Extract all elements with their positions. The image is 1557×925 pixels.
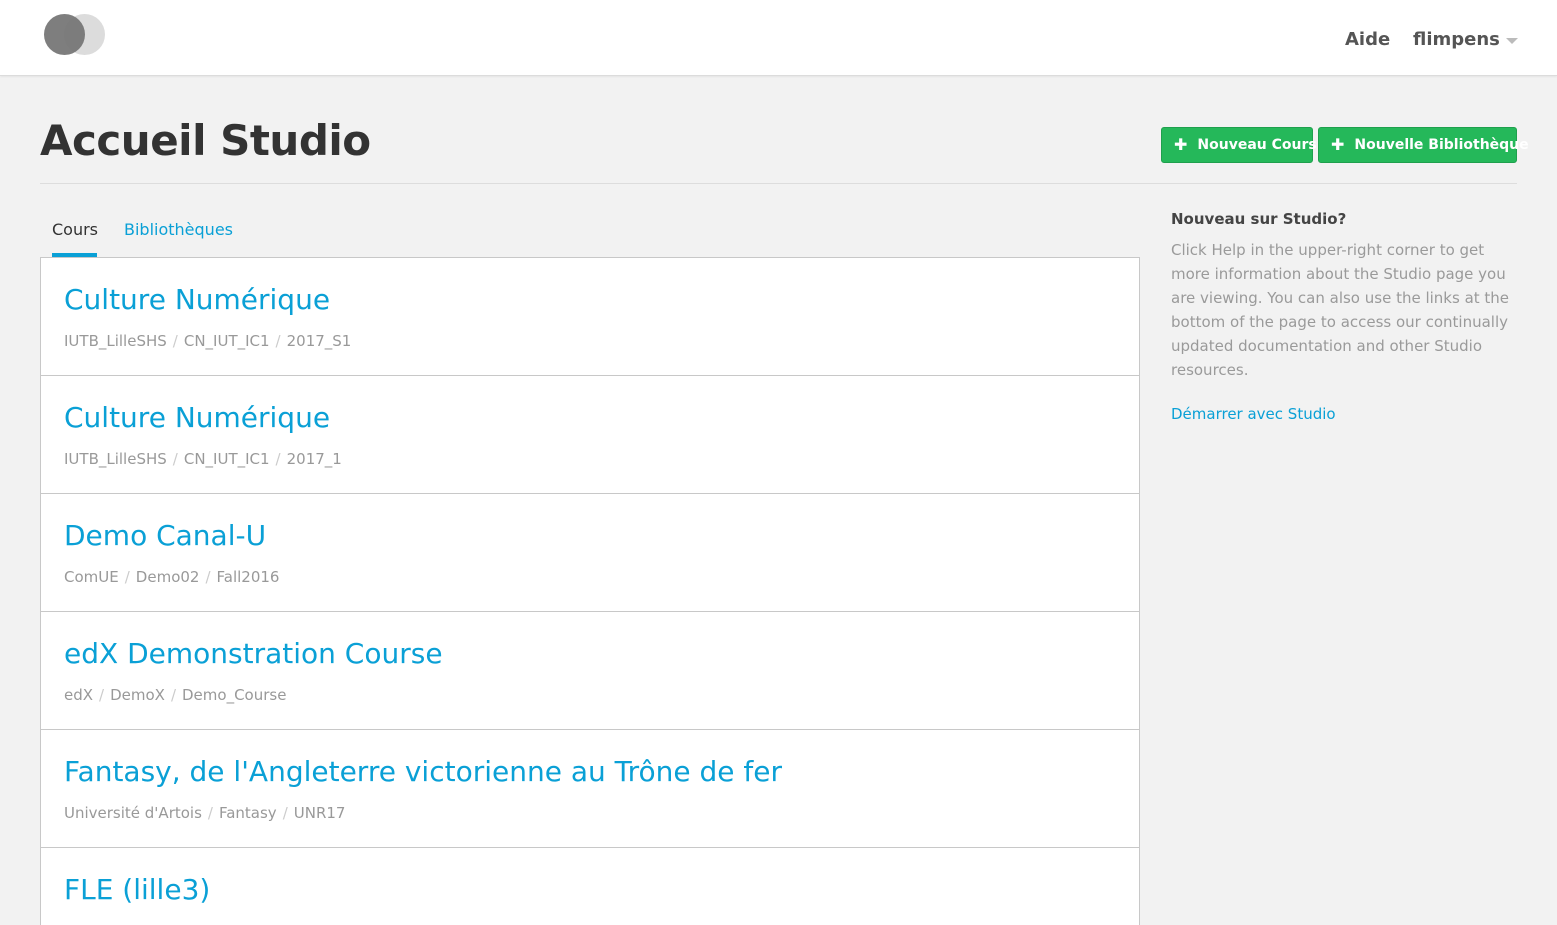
tab-courses[interactable]: Cours [52, 220, 99, 257]
course-title[interactable]: Culture Numérique [64, 401, 330, 434]
studio-logo[interactable] [44, 14, 106, 56]
meta-separator: / [207, 804, 213, 822]
top-header: Aide flimpens [0, 0, 1557, 76]
help-link[interactable]: Aide [1345, 29, 1390, 50]
course-number: DemoX [110, 686, 165, 704]
getting-started-link[interactable]: Démarrer avec Studio [1171, 405, 1336, 423]
course-meta: edX / DemoX / Demo_Course [64, 686, 286, 704]
page-title: Accueil Studio [40, 116, 371, 165]
course-item[interactable]: FLE (lille3) [41, 848, 1139, 925]
new-course-label: Nouveau Cours [1197, 137, 1317, 153]
meta-separator: / [172, 332, 178, 350]
course-item[interactable]: Fantasy, de l'Angleterre victorienne au … [41, 730, 1139, 848]
plus-icon: ✚ [1331, 135, 1345, 154]
course-title[interactable]: Demo Canal-U [64, 519, 266, 552]
course-org: ComUE [64, 568, 119, 586]
course-title[interactable]: Fantasy, de l'Angleterre victorienne au … [64, 755, 782, 788]
course-list: Culture Numérique IUTB_LilleSHS / CN_IUT_I… [40, 257, 1140, 925]
meta-separator: / [275, 332, 281, 350]
meta-separator: / [124, 568, 130, 586]
course-run: UNR17 [293, 804, 346, 822]
course-run: 2017_1 [286, 450, 342, 468]
course-org: Université d'Artois [64, 804, 202, 822]
meta-separator: / [282, 804, 288, 822]
new-course-button[interactable]: ✚ Nouveau Cours [1161, 127, 1317, 163]
course-title[interactable]: edX Demonstration Course [64, 637, 443, 670]
course-item[interactable]: Culture Numérique IUTB_LilleSHS / CN_IUT_I… [41, 258, 1139, 376]
course-run: 2017_S1 [286, 332, 352, 350]
course-item[interactable]: Culture Numérique IUTB_LilleSHS / CN_IUT_I… [41, 376, 1139, 494]
course-number: CN_IUT_IC1 [183, 332, 270, 350]
meta-separator: / [275, 450, 281, 468]
course-title[interactable]: Culture Numérique [64, 283, 330, 316]
meta-separator: / [172, 450, 178, 468]
course-meta: Université d'Artois / Fantasy / UNR17 [64, 804, 345, 822]
user-menu[interactable]: flimpens [1413, 29, 1518, 50]
course-meta: IUTB_LilleSHS / CN_IUT_IC1 / 2017_S1 [64, 332, 351, 350]
course-run: Fall2016 [216, 568, 280, 586]
tab-courses-label: Cours [52, 220, 99, 239]
logo-circle-left [44, 14, 85, 55]
course-title[interactable]: FLE (lille3) [64, 873, 210, 906]
meta-separator: / [170, 686, 176, 704]
course-run: Demo_Course [182, 686, 287, 704]
caret-down-icon [1505, 37, 1518, 44]
new-library-button[interactable]: ✚ Nouvelle Bibliothèque [1318, 127, 1529, 163]
title-divider [40, 183, 1517, 184]
course-number: Demo02 [135, 568, 200, 586]
meta-separator: / [99, 686, 105, 704]
sidebar-title: Nouveau sur Studio? [1171, 210, 1347, 228]
course-number: Fantasy [218, 804, 277, 822]
course-meta: ComUE / Demo02 / Fall2016 [64, 568, 279, 586]
course-item[interactable]: edX Demonstration Course edX / DemoX / Demo_… [41, 612, 1139, 730]
tab-libraries-label: Bibliothèques [124, 220, 233, 239]
new-library-label: Nouvelle Bibliothèque [1354, 137, 1529, 153]
tab-libraries[interactable]: Bibliothèques [124, 220, 233, 239]
course-org: edX [64, 686, 94, 704]
course-item[interactable]: Demo Canal-U ComUE / Demo02 / Fall2016 [41, 494, 1139, 612]
username-label: flimpens [1413, 29, 1500, 50]
course-meta: IUTB_LilleSHS / CN_IUT_IC1 / 2017_1 [64, 450, 342, 468]
meta-separator: / [205, 568, 211, 586]
sidebar-help-text: Click Help in the upper-right corner to … [1171, 241, 1510, 379]
course-org: IUTB_LilleSHS [64, 332, 167, 350]
course-org: IUTB_LilleSHS [64, 450, 167, 468]
plus-icon: ✚ [1174, 135, 1188, 154]
course-number: CN_IUT_IC1 [183, 450, 270, 468]
